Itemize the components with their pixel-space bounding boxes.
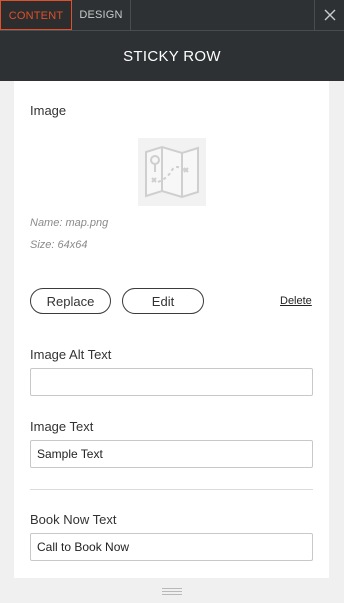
panel-header: STICKY ROW [0,31,344,81]
book-now-text-input[interactable]: Call to Book Now [30,533,313,561]
top-bar: CONTENT DESIGN [0,0,344,31]
page-title: STICKY ROW [123,47,221,65]
close-button[interactable] [314,0,344,30]
map-icon [145,145,199,199]
book-now-text-label: Book Now Text [30,512,117,527]
settings-panel: Image Name: map.png Size: 64x64 Replace … [14,81,329,578]
divider [30,489,313,490]
close-icon [324,9,335,21]
resize-handle[interactable] [162,588,182,595]
replace-button[interactable]: Replace [30,288,111,314]
delete-link[interactable]: Delete [280,295,312,307]
tab-design[interactable]: DESIGN [72,0,131,30]
image-filename: Name: map.png [30,217,109,229]
image-text-input[interactable]: Sample Text [30,440,313,468]
image-alt-text-input[interactable] [30,368,313,396]
image-label: Image [30,103,67,118]
tab-content[interactable]: CONTENT [0,0,72,30]
image-thumbnail [138,138,206,206]
image-size: Size: 64x64 [30,239,88,251]
image-text-label: Image Text [30,419,94,434]
image-alt-text-label: Image Alt Text [30,347,112,362]
edit-button[interactable]: Edit [122,288,204,314]
